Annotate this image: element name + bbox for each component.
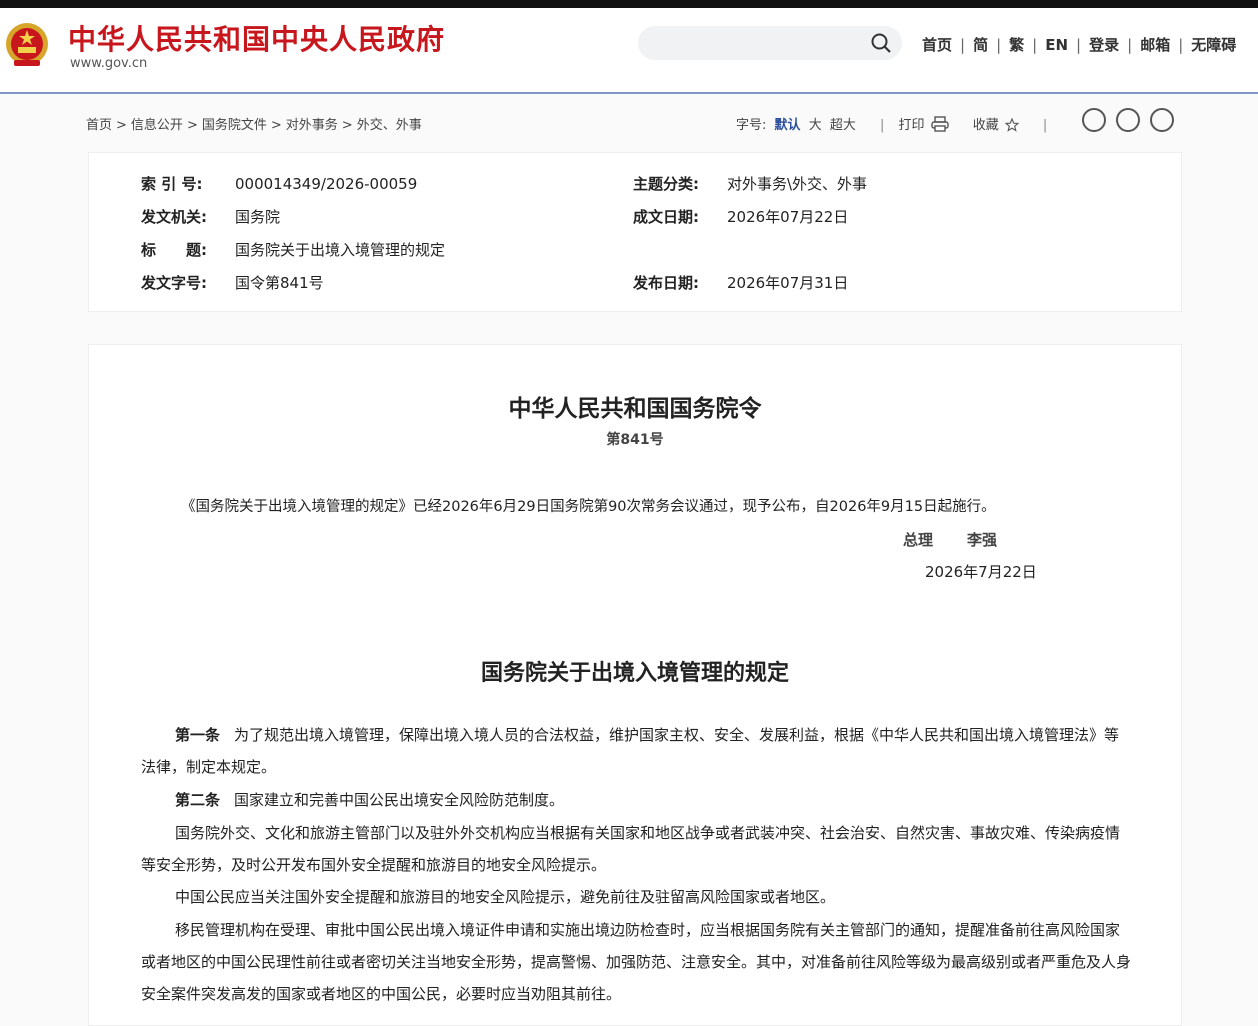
document-number: 第841号 <box>606 432 664 448</box>
font-size-xlarge[interactable]: 超大 <box>830 118 856 133</box>
font-size-default[interactable]: 默认 <box>775 118 801 133</box>
site-url: www.gov.cn <box>70 56 148 71</box>
national-emblem-icon[interactable] <box>4 20 50 70</box>
nav-home[interactable]: 首页 <box>922 36 952 54</box>
nav-traditional[interactable]: 繁 <box>1009 36 1024 54</box>
document-metadata: 索 引 号: 000014349/2026-00059 主题分类: 对外事务\外交、… <box>88 152 1182 312</box>
nav-simplified[interactable]: 简 <box>973 36 988 54</box>
star-icon <box>1004 118 1019 132</box>
meta-written-value: 2026年07月22日 <box>727 208 849 226</box>
article-1-label: 第一条 <box>175 726 221 744</box>
article-2: 第二条 国家建立和完善中国公民出境安全风险防范制度。 <box>141 784 1131 816</box>
meta-issuer: 发文机关: 国务院 <box>141 206 280 227</box>
paragraph-5: 移民管理机构在受理、审批中国公民出境入境证件申请和实施出境边防检查时，应当根据国… <box>141 921 1132 1003</box>
meta-written-date: 成文日期: 2026年07月22日 <box>633 206 848 227</box>
meta-issuer-value: 国务院 <box>235 208 281 226</box>
breadcrumb-state-council-docs[interactable]: 国务院文件 <box>202 118 267 133</box>
meta-title: 标 题: 国务院关于出境入境管理的规定 <box>141 239 445 260</box>
meta-docno: 发文字号: 国令第841号 <box>141 272 324 293</box>
nav-mail[interactable]: 邮箱 <box>1140 36 1170 54</box>
meta-issuer-label: 发文机关: <box>141 208 207 226</box>
document-title: 中华人民共和国国务院令 <box>508 396 762 422</box>
favorite-label: 收藏 <box>972 118 999 133</box>
share-weibo-icon[interactable] <box>1116 108 1140 132</box>
breadcrumb-foreign-affairs[interactable]: 对外事务 <box>286 118 338 133</box>
print-label: 打印 <box>898 118 925 133</box>
breadcrumb: 首页 > 信息公开 > 国务院文件 > 对外事务 > 外交、外事 <box>86 118 422 133</box>
meta-index-value: 000014349/2026-00059 <box>235 175 418 193</box>
regulation-title: 国务院关于出境入境管理的规定 <box>480 661 789 686</box>
share-wechat-icon[interactable] <box>1082 108 1106 132</box>
search-icon[interactable] <box>870 32 892 54</box>
signature-name: 李强 <box>967 531 998 549</box>
breadcrumb-diplomacy[interactable]: 外交、外事 <box>357 118 422 133</box>
signature-date: 2026年7月22日 <box>925 563 1037 581</box>
signature: 总理 李强 <box>903 529 997 550</box>
meta-title-value: 国务院关于出境入境管理的规定 <box>235 241 446 259</box>
breadcrumb-bar: 首页 > 信息公开 > 国务院文件 > 对外事务 > 外交、外事 字号: 默认 大 超大 | 打… <box>0 94 1258 150</box>
meta-title-label: 标 题: <box>141 241 207 259</box>
paragraph-3: 国务院外交、文化和旅游主管部门以及驻外外交机构应当根据有关国家和地区战争或者武装… <box>141 824 1121 874</box>
printer-icon <box>930 116 949 132</box>
paragraph-4: 中国公民应当关注国外安全提醒和旅游目的地安全风险提示，避免前往及驻留高风险国家或… <box>175 888 836 906</box>
share-icons <box>1082 108 1184 136</box>
browser-top-bar <box>0 0 1258 8</box>
nav-accessibility[interactable]: 无障碍 <box>1191 36 1236 54</box>
meta-index-label: 索 引 号: <box>141 175 203 193</box>
search-input[interactable] <box>652 32 866 56</box>
meta-subject: 主题分类: 对外事务\外交、外事 <box>633 173 867 194</box>
search-box[interactable] <box>638 26 902 60</box>
font-size-large[interactable]: 大 <box>809 118 822 133</box>
meta-index: 索 引 号: 000014349/2026-00059 <box>141 173 417 194</box>
breadcrumb-info-disclosure[interactable]: 信息公开 <box>131 118 183 133</box>
nav-login[interactable]: 登录 <box>1089 36 1119 54</box>
article-1: 第一条 为了规范出境入境管理，保障出境入境人员的合法权益，维护国家主权、安全、发展… <box>141 719 1131 783</box>
article-2-label: 第二条 <box>175 791 221 809</box>
article-1-text: 为了规范出境入境管理，保障出境入境人员的合法权益，维护国家主权、安全、发展利益，… <box>141 726 1120 776</box>
site-title[interactable]: 中华人民共和国中央人民政府 <box>68 18 445 58</box>
decree-text: 《国务院关于出境入境管理的规定》已经2026年6月29日国务院第90次常务会议通… <box>181 499 996 515</box>
meta-written-label: 成文日期: <box>633 208 699 226</box>
meta-docno-value: 国令第841号 <box>235 274 324 292</box>
share-qzone-icon[interactable] <box>1150 108 1174 132</box>
favorite-button[interactable]: 收藏 <box>973 118 1019 133</box>
meta-published-date: 发布日期: 2026年07月31日 <box>633 272 848 293</box>
meta-published-value: 2026年07月31日 <box>727 274 849 292</box>
print-button[interactable]: 打印 <box>898 116 949 133</box>
page-tools: 字号: 默认 大 超大 | 打印 收藏 | <box>736 116 1048 133</box>
font-size-label: 字号: <box>736 118 767 133</box>
article-2-text: 国家建立和完善中国公民出境安全风险防范制度。 <box>234 791 565 809</box>
meta-docno-label: 发文字号: <box>141 274 207 292</box>
document-body: 中华人民共和国国务院令 第841号 《国务院关于出境入境管理的规定》已经2026… <box>88 344 1182 1026</box>
signature-title: 总理 <box>903 531 934 549</box>
nav-english[interactable]: EN <box>1045 36 1068 54</box>
meta-subject-label: 主题分类: <box>633 175 699 193</box>
breadcrumb-home[interactable]: 首页 <box>86 118 112 133</box>
meta-subject-value: 对外事务\外交、外事 <box>727 175 868 193</box>
site-header: 中华人民共和国中央人民政府 www.gov.cn 首页 | 简 | 繁 | EN | 登录 | 邮箱… <box>0 8 1258 92</box>
top-navigation: 首页 | 简 | 繁 | EN | 登录 | 邮箱 | 无障碍 <box>922 36 1237 54</box>
meta-published-label: 发布日期: <box>633 274 699 292</box>
